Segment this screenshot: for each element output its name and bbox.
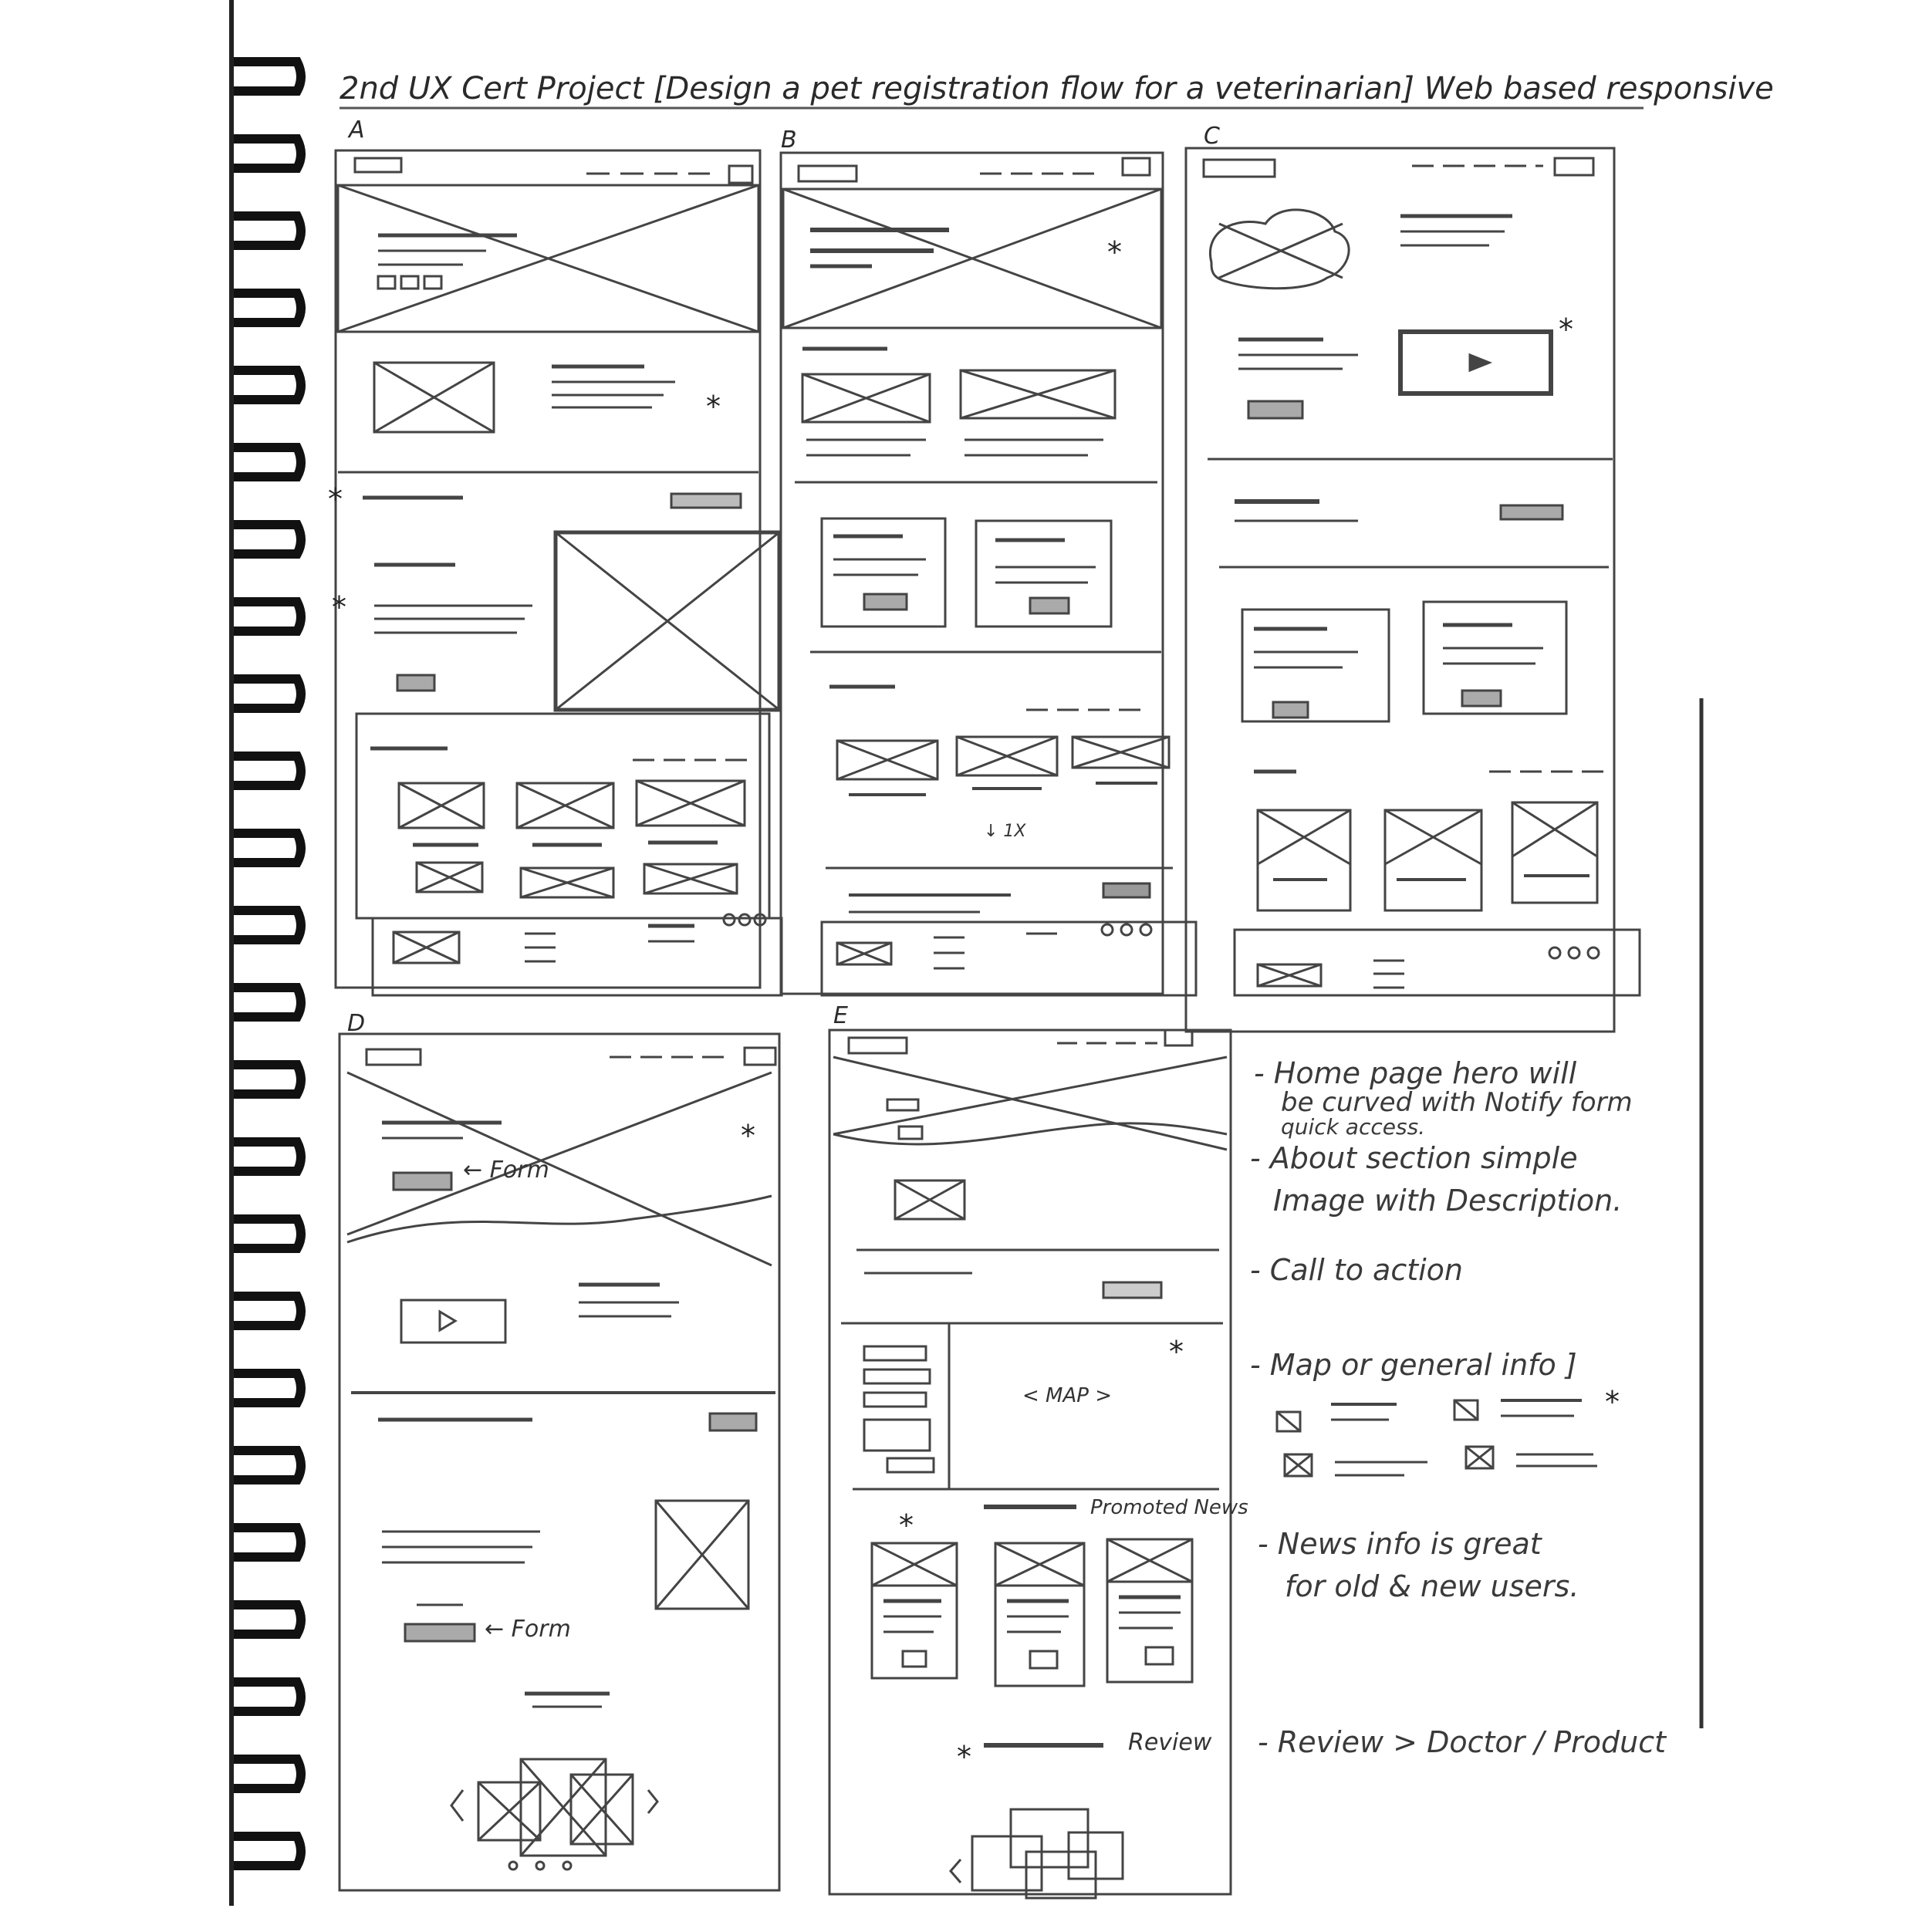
spiral-ring <box>231 829 306 867</box>
wireframe-sketch: * * * * * * * * * * <box>229 0 1704 1906</box>
sketch-page: * * * * * * * * * * 2nd UX Cert Project … <box>0 0 1929 1929</box>
panel-label-b: B <box>781 127 797 154</box>
form-annotation-1: ← Form <box>463 1157 549 1184</box>
panel-label-d: D <box>347 1010 366 1037</box>
panel-b-wireframe <box>779 151 1198 997</box>
form-annotation-2: ← Form <box>485 1616 571 1643</box>
spiral-ring <box>231 1677 306 1716</box>
price-sort-annotation: ↓ 1X <box>984 822 1026 841</box>
spiral-ring <box>231 674 306 713</box>
note-about: - About section simple <box>1250 1141 1578 1175</box>
spiral-ring <box>231 1369 306 1407</box>
spiral-ring <box>231 211 306 250</box>
page-title: 2nd UX Cert Project [Design a pet regist… <box>340 71 1774 106</box>
spiral-ring <box>231 1755 306 1793</box>
svg-text:*: * <box>332 590 346 624</box>
spiral-ring <box>231 906 306 944</box>
svg-text:*: * <box>1559 312 1573 346</box>
svg-text:*: * <box>328 482 343 516</box>
spiral-ring <box>231 366 306 404</box>
panel-e-wireframe <box>828 1028 1232 1900</box>
note-review: - Review > Doctor / Product <box>1258 1725 1666 1759</box>
spiral-ring <box>231 1137 306 1176</box>
spiral-ring <box>231 1446 306 1484</box>
notes-icons <box>1275 1399 1597 1478</box>
map-placeholder-label: < MAP > <box>1022 1384 1112 1407</box>
spiral-ring <box>231 134 306 173</box>
spiral-ring <box>231 57 306 96</box>
svg-text:*: * <box>741 1119 755 1153</box>
promoted-news-label: Promoted News <box>1090 1496 1248 1519</box>
panel-label-a: A <box>349 117 365 144</box>
note-cta: - Call to action <box>1250 1253 1464 1287</box>
review-label: Review <box>1128 1729 1212 1756</box>
spiral-ring <box>231 1292 306 1330</box>
panel-label-e: E <box>833 1002 848 1029</box>
svg-text:*: * <box>1605 1385 1620 1419</box>
svg-text:*: * <box>1107 235 1122 269</box>
spiral-ring <box>231 1600 306 1639</box>
spiral-binding <box>231 57 306 1870</box>
note-about-2: Image with Description. <box>1273 1184 1623 1218</box>
spiral-ring <box>231 443 306 481</box>
spiral-ring <box>231 983 306 1022</box>
spiral-ring <box>231 1060 306 1099</box>
svg-text:*: * <box>899 1508 914 1542</box>
note-map: - Map or general info ] <box>1250 1348 1577 1382</box>
spiral-ring <box>231 520 306 559</box>
spiral-ring <box>231 752 306 790</box>
note-hero-3: quick access. <box>1281 1114 1426 1140</box>
spiral-ring <box>231 597 306 636</box>
panel-d-wireframe <box>338 1032 781 1892</box>
note-news: - News info is great <box>1258 1527 1542 1561</box>
note-hero: - Home page hero will <box>1254 1056 1577 1090</box>
spiral-ring <box>231 1832 306 1870</box>
spiral-ring <box>231 1214 306 1253</box>
svg-text:*: * <box>706 390 721 424</box>
spiral-ring <box>231 289 306 327</box>
svg-text:*: * <box>957 1740 971 1774</box>
spiral-ring <box>231 1523 306 1562</box>
panel-label-c: C <box>1204 123 1220 150</box>
panel-c-wireframe <box>1184 147 1641 1033</box>
svg-text:*: * <box>1169 1335 1184 1369</box>
panel-a-wireframe <box>334 149 783 997</box>
note-news-2: for old & new users. <box>1285 1569 1579 1603</box>
